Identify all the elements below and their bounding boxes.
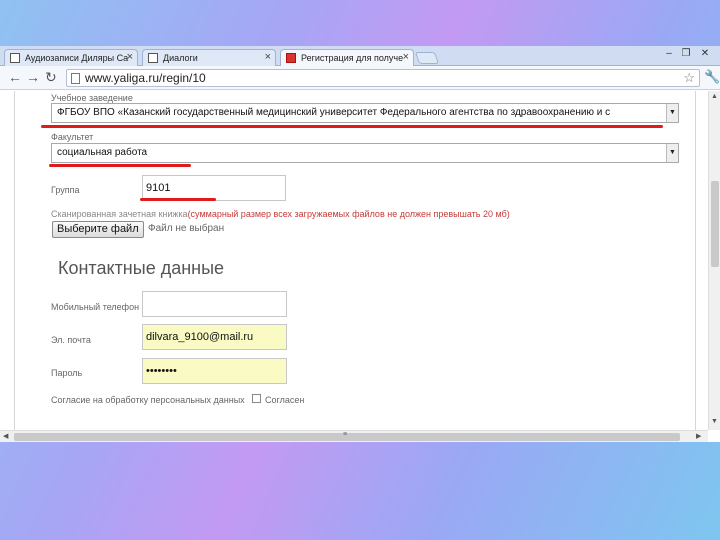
faculty-select[interactable]: социальная работа ▼ xyxy=(51,143,679,163)
browser-window: Аудиозаписи Диляры Са × Диалоги × Регист… xyxy=(0,46,720,442)
toolbar: ← → ↻ www.yaliga.ru/regin/10 ☆ 🔧 xyxy=(0,66,720,90)
tab-audio[interactable]: Аудиозаписи Диляры Са × xyxy=(4,49,138,66)
back-arrow-icon[interactable]: ← xyxy=(8,69,22,85)
vertical-scrollbar[interactable]: ▲ ▼ xyxy=(708,91,720,430)
highlight-underline xyxy=(49,164,191,167)
minimize-icon[interactable]: – xyxy=(662,48,676,60)
file-status: Файл не выбран xyxy=(148,223,225,234)
group-label: Группа xyxy=(51,185,80,195)
highlight-underline xyxy=(41,125,663,128)
consent-label: Согласие на обработку персональных данны… xyxy=(51,395,245,405)
faculty-label: Факультет xyxy=(51,132,94,142)
maximize-icon[interactable]: ❐ xyxy=(679,48,693,60)
registration-form: Учебное заведение ФГБОУ ВПО «Казанский г… xyxy=(14,91,696,430)
tab-strip: Аудиозаписи Диляры Са × Диалоги × Регист… xyxy=(0,46,720,66)
wrench-icon[interactable]: 🔧 xyxy=(704,69,720,85)
dropdown-arrow-icon: ▼ xyxy=(666,104,678,122)
scroll-right-icon[interactable]: ▶ xyxy=(696,432,701,440)
upload-size-warning: (суммарный размер всех загружаемых файло… xyxy=(187,209,510,219)
grip-icon: ≡ xyxy=(343,431,348,438)
scroll-thumb[interactable] xyxy=(711,181,719,267)
tab-label: Регистрация для получе xyxy=(301,53,404,63)
faculty-value: социальная работа xyxy=(57,147,148,158)
upload-note-label: Сканированная зачетная книжка xyxy=(51,209,188,219)
upload-note: Сканированная зачетная книжка(суммарный … xyxy=(51,209,510,219)
section-title: Контактные данные xyxy=(58,258,225,278)
email-label: Эл. почта xyxy=(51,335,91,345)
institution-select[interactable]: ФГБОУ ВПО «Казанский государственный мед… xyxy=(51,103,679,123)
institution-label: Учебное заведение xyxy=(51,93,133,103)
email-value: dilvara_9100@mail.ru xyxy=(146,331,254,343)
tab-dialogs[interactable]: Диалоги × xyxy=(142,49,276,66)
tab-label: Диалоги xyxy=(163,53,198,63)
new-tab-button[interactable] xyxy=(414,52,440,64)
tab-registration[interactable]: Регистрация для получе × xyxy=(280,49,414,66)
email-input[interactable]: dilvara_9100@mail.ru xyxy=(142,324,287,350)
page-favicon-icon xyxy=(148,53,158,63)
highlight-underline xyxy=(140,198,216,201)
scroll-down-icon[interactable]: ▼ xyxy=(711,418,718,425)
password-label: Пароль xyxy=(51,368,83,378)
address-bar[interactable]: www.yaliga.ru/regin/10 ☆ xyxy=(66,69,700,87)
site-favicon-icon xyxy=(286,53,296,63)
close-icon[interactable]: × xyxy=(403,51,409,63)
close-icon[interactable]: × xyxy=(265,51,271,63)
dropdown-arrow-icon: ▼ xyxy=(666,144,678,162)
consent-checkbox[interactable] xyxy=(252,394,261,403)
choose-file-button[interactable]: Выберите файл xyxy=(52,221,144,238)
tab-label: Аудиозаписи Диляры Са xyxy=(25,53,129,63)
scroll-up-icon[interactable]: ▲ xyxy=(711,93,718,100)
page-viewport: Учебное заведение ФГБОУ ВПО «Казанский г… xyxy=(0,91,720,442)
reload-icon[interactable]: ↻ xyxy=(45,69,57,86)
group-value: 9101 xyxy=(146,182,171,194)
horizontal-scrollbar[interactable]: ◀ ≡ ▶ xyxy=(0,430,708,442)
star-icon[interactable]: ☆ xyxy=(683,70,695,86)
scroll-left-icon[interactable]: ◀ xyxy=(3,432,8,440)
window-close-icon[interactable]: ✕ xyxy=(698,48,712,60)
audio-favicon-icon xyxy=(10,53,20,63)
phone-label: Мобильный телефон xyxy=(51,302,140,312)
url-text: www.yaliga.ru/regin/10 xyxy=(85,71,206,85)
page-icon xyxy=(71,73,80,84)
phone-input[interactable] xyxy=(142,291,287,317)
password-value: •••••••• xyxy=(146,365,177,377)
institution-value: ФГБОУ ВПО «Казанский государственный мед… xyxy=(57,107,611,118)
password-input[interactable]: •••••••• xyxy=(142,358,287,384)
forward-arrow-icon[interactable]: → xyxy=(26,69,40,85)
consent-link[interactable]: Согласен xyxy=(265,395,304,405)
close-icon[interactable]: × xyxy=(127,51,133,63)
